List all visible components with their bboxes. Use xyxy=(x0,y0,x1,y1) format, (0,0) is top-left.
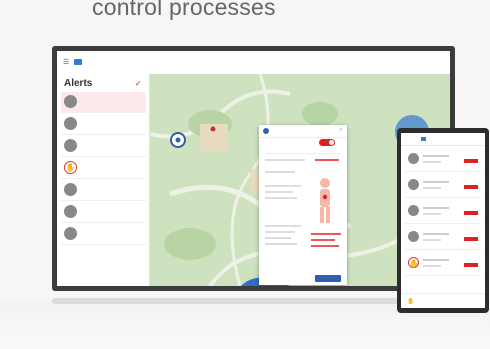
avatar xyxy=(64,117,77,130)
monitor-screen: ☰ Alerts ✓ ✋ × xyxy=(57,51,450,286)
row-detail-line xyxy=(423,233,449,235)
tablet-footer: ✋ xyxy=(401,293,485,308)
map-tree-cluster xyxy=(302,102,338,126)
tablet-list-item[interactable] xyxy=(405,149,481,172)
hamburger-menu-icon[interactable]: ☰ xyxy=(63,58,69,66)
app-logo-icon xyxy=(74,59,82,65)
row-alert-tag xyxy=(464,185,478,189)
alert-details xyxy=(311,233,341,247)
notes-block xyxy=(265,225,301,265)
map-marker-dot[interactable] xyxy=(210,126,216,132)
avatar xyxy=(408,231,419,242)
tablet-list-item[interactable] xyxy=(405,227,481,250)
map-pin-center xyxy=(175,137,181,143)
hand-alert-icon: ✋ xyxy=(64,161,77,174)
panel-action-button[interactable] xyxy=(315,275,341,282)
map-tree-cluster xyxy=(164,228,216,260)
row-detail-line xyxy=(423,265,441,267)
user-icon xyxy=(263,128,269,134)
body-map-figure xyxy=(320,178,330,223)
avatar xyxy=(408,179,419,190)
alert-list-item[interactable] xyxy=(61,136,146,157)
avatar xyxy=(64,183,77,196)
detail-line xyxy=(265,159,305,161)
row-detail-line xyxy=(423,213,441,215)
row-alert-tag xyxy=(464,263,478,267)
hand-icon[interactable]: ✋ xyxy=(407,298,414,305)
hand-alert-icon: ✋ xyxy=(408,257,419,268)
avatar xyxy=(64,95,77,108)
row-detail-line xyxy=(423,207,449,209)
sidebar-title: Alerts xyxy=(64,78,93,89)
divider xyxy=(265,153,341,154)
row-detail-line xyxy=(423,187,441,189)
avatar xyxy=(64,205,77,218)
row-detail-line xyxy=(423,181,449,183)
filter-chevron-icon[interactable]: ✓ xyxy=(135,79,142,88)
headline: control processes xyxy=(92,0,276,20)
monitor-stand-shadow xyxy=(52,298,422,304)
detail-value xyxy=(315,159,339,161)
alert-list-item[interactable] xyxy=(61,114,146,135)
tablet-topbar xyxy=(401,133,485,146)
row-alert-tag xyxy=(464,237,478,241)
tablet-list-item[interactable]: ✋ xyxy=(405,253,481,276)
avatar xyxy=(408,205,419,216)
app-logo-icon xyxy=(421,137,426,141)
alert-list-item[interactable] xyxy=(61,180,146,201)
detail-block xyxy=(265,185,301,207)
alert-list-item[interactable] xyxy=(61,202,146,223)
row-detail-line xyxy=(423,161,441,163)
row-detail-line xyxy=(423,155,449,157)
avatar xyxy=(64,227,77,240)
alert-list-item[interactable] xyxy=(61,92,146,113)
tablet-screen: ✋ ✋ xyxy=(401,133,485,308)
close-icon[interactable]: × xyxy=(339,127,342,133)
alarm-toggle[interactable] xyxy=(319,139,335,146)
alert-list-item[interactable]: ✋ xyxy=(61,158,146,179)
avatar xyxy=(64,139,77,152)
row-detail-line xyxy=(423,239,441,241)
row-alert-tag xyxy=(464,211,478,215)
tablet-list-item[interactable] xyxy=(405,201,481,224)
alerts-sidebar: Alerts ✓ ✋ xyxy=(57,74,150,286)
app-topbar: ☰ xyxy=(57,51,450,75)
avatar xyxy=(408,153,419,164)
resident-detail-panel: × xyxy=(259,125,347,285)
detail-line xyxy=(265,171,295,173)
row-alert-tag xyxy=(464,159,478,163)
row-detail-line xyxy=(423,259,449,261)
alert-list-item[interactable] xyxy=(61,224,146,245)
panel-header: × xyxy=(259,125,347,138)
tablet-list-item[interactable] xyxy=(405,175,481,198)
